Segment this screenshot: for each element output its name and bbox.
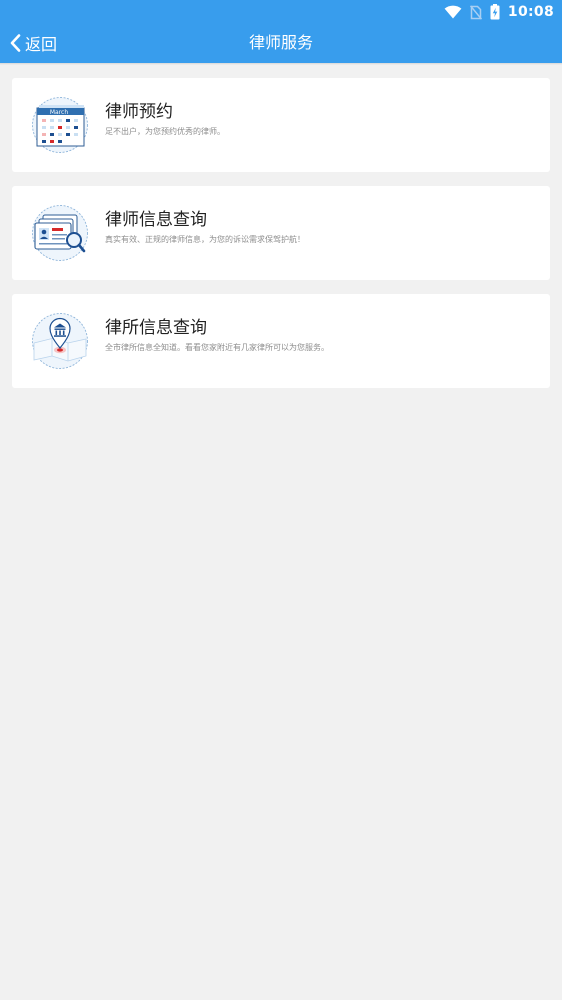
id-card-search-icon <box>32 205 88 261</box>
card-title: 律所信息查询 <box>105 318 207 338</box>
chevron-left-icon <box>10 34 21 52</box>
calendar-icon: March <box>32 97 88 153</box>
status-bar: 10:08 <box>0 0 562 24</box>
calendar-month-label: March <box>50 109 68 116</box>
back-button[interactable]: 返回 <box>10 24 57 62</box>
law-firm-location-icon <box>32 313 88 369</box>
no-sim-icon <box>469 4 482 20</box>
nav-bar: 返回 律师服务 <box>0 24 562 63</box>
service-card-law-firm-info[interactable]: 律所信息查询 全市律所信息全知道。看看您家附近有几家律所可以为您服务。 <box>12 294 550 388</box>
page-title: 律师服务 <box>248 33 313 52</box>
back-label: 返回 <box>25 35 58 54</box>
card-description: 全市律所信息全知道。看看您家附近有几家律所可以为您服务。 <box>105 343 329 352</box>
card-title: 律师预约 <box>105 102 173 122</box>
status-icons: 10:08 <box>444 0 554 24</box>
status-time: 10:08 <box>507 4 554 20</box>
card-description: 真实有效、正规的律师信息，为您的诉讼需求保驾护航！ <box>105 235 305 244</box>
service-card-lawyer-info[interactable]: 律师信息查询 真实有效、正规的律师信息，为您的诉讼需求保驾护航！ <box>12 186 550 280</box>
card-title: 律师信息查询 <box>105 210 207 230</box>
nav-shadow <box>0 63 562 65</box>
service-card-appointment[interactable]: March 律师预约 足不出户，为您预约优秀的律师。 <box>12 78 550 172</box>
battery-charging-icon <box>490 4 500 20</box>
card-description: 足不出户，为您预约优秀的律师。 <box>105 127 225 136</box>
wifi-icon <box>444 5 462 19</box>
